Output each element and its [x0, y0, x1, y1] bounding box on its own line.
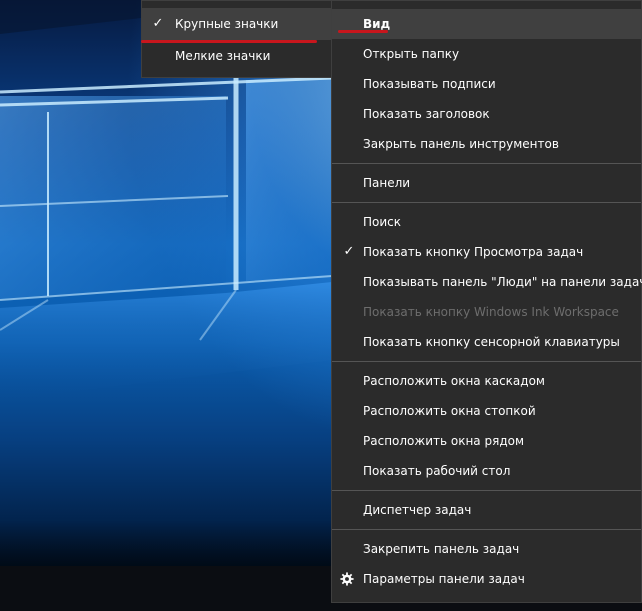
menu-item-show-ink-workspace: Показать кнопку Windows Ink Workspace [332, 297, 641, 327]
menu-item-label: Параметры панели задач [363, 572, 525, 586]
menu-item-label: Закрыть панель инструментов [363, 137, 559, 151]
menu-item-cascade-windows[interactable]: Расположить окна каскадом [332, 366, 641, 396]
menu-item-label: Показать рабочий стол [363, 464, 511, 478]
menu-separator [332, 361, 641, 362]
menu-item-side-by-side[interactable]: Расположить окна рядом [332, 426, 641, 456]
taskbar-context-menu: Вид Открыть папку Показывать подписи Пок… [331, 0, 642, 603]
menu-separator [332, 529, 641, 530]
menu-item-open-folder[interactable]: Открыть папку [332, 39, 641, 69]
menu-item-label: Поиск [363, 215, 402, 229]
menu-item-show-labels[interactable]: Показывать подписи [332, 69, 641, 99]
submenu-item-small-icons[interactable]: Мелкие значки [142, 40, 331, 72]
annotation-underline-view [338, 30, 388, 33]
menu-separator [332, 163, 641, 164]
menu-item-label: Показать кнопку сенсорной клавиатуры [363, 335, 620, 349]
menu-item-label: Показать кнопку Windows Ink Workspace [363, 305, 619, 319]
menu-item-label: Вид [363, 17, 391, 31]
menu-item-label: Открыть папку [363, 47, 460, 61]
annotation-underline-large-icons [141, 40, 317, 43]
menu-item-label: Показывать панель "Люди" на панели задач [363, 275, 642, 289]
menu-item-show-touch-keyboard[interactable]: Показать кнопку сенсорной клавиатуры [332, 327, 641, 357]
menu-item-search[interactable]: Поиск [332, 207, 641, 237]
gear-icon [340, 572, 354, 586]
check-icon: ✓ [152, 16, 164, 31]
menu-item-close-toolbar[interactable]: Закрыть панель инструментов [332, 129, 641, 159]
check-icon: ✓ [343, 244, 355, 259]
view-submenu: ✓ Крупные значки Мелкие значки [141, 0, 332, 78]
menu-item-view[interactable]: Вид [332, 9, 641, 39]
submenu-item-label: Мелкие значки [175, 49, 271, 63]
menu-item-label: Расположить окна рядом [363, 434, 525, 448]
menu-item-show-people[interactable]: Показывать панель "Люди" на панели задач [332, 267, 642, 297]
menu-item-label: Показать заголовок [363, 107, 490, 121]
menu-separator [332, 202, 641, 203]
menu-separator [332, 490, 641, 491]
menu-item-label: Расположить окна каскадом [363, 374, 545, 388]
menu-item-panels[interactable]: Панели [332, 168, 641, 198]
menu-item-lock-taskbar[interactable]: Закрепить панель задач [332, 534, 641, 564]
submenu-item-label: Крупные значки [175, 17, 279, 31]
menu-item-show-task-view[interactable]: ✓ Показать кнопку Просмотра задач [332, 237, 641, 267]
menu-item-show-desktop[interactable]: Показать рабочий стол [332, 456, 641, 486]
menu-item-stack-windows[interactable]: Расположить окна стопкой [332, 396, 641, 426]
menu-item-label: Панели [363, 176, 411, 190]
menu-item-label: Закрепить панель задач [363, 542, 520, 556]
menu-item-label: Показать кнопку Просмотра задач [363, 245, 584, 259]
menu-item-label: Расположить окна стопкой [363, 404, 536, 418]
menu-item-show-title[interactable]: Показать заголовок [332, 99, 641, 129]
menu-item-label: Показывать подписи [363, 77, 496, 91]
menu-item-label: Диспетчер задач [363, 503, 472, 517]
submenu-item-large-icons[interactable]: ✓ Крупные значки [142, 8, 331, 40]
menu-item-task-manager[interactable]: Диспетчер задач [332, 495, 641, 525]
menu-item-taskbar-settings[interactable]: Параметры панели задач [332, 564, 641, 594]
